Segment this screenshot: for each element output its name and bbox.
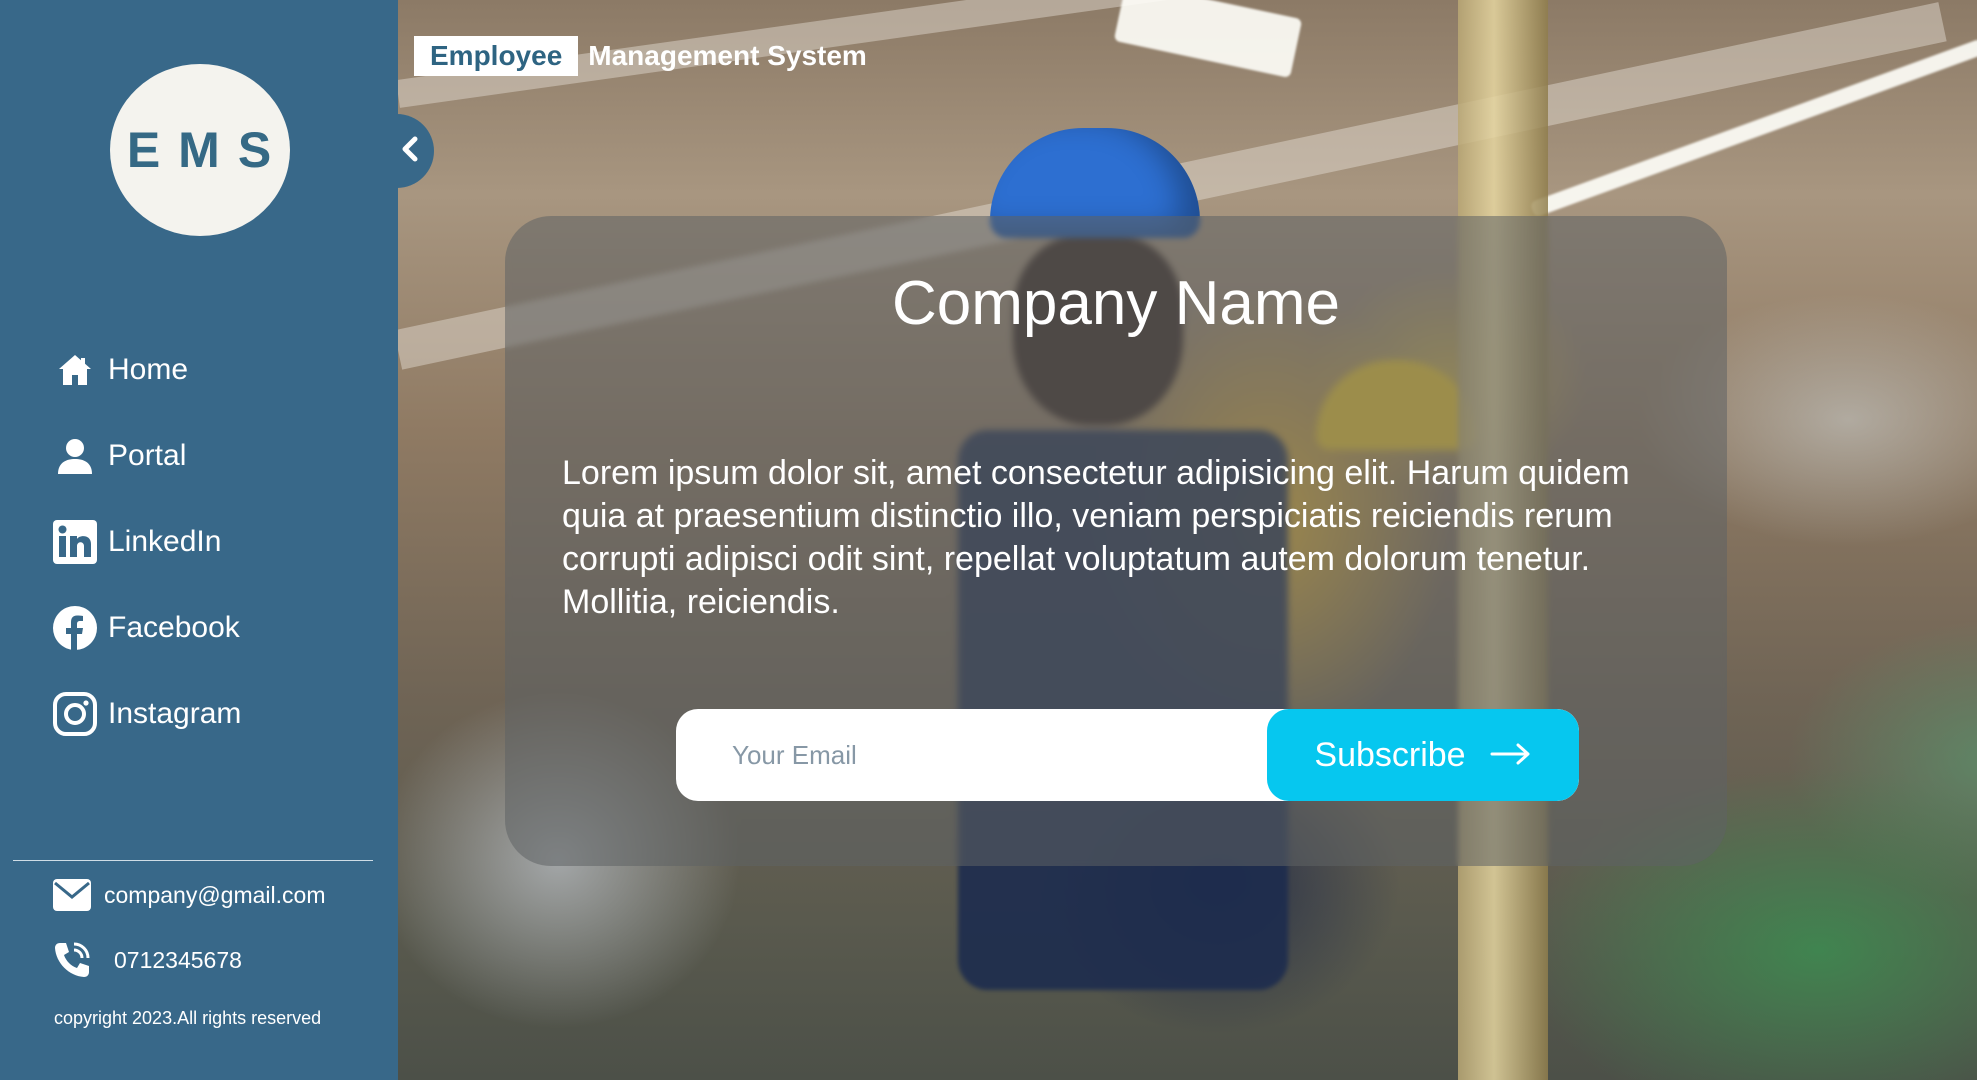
home-icon	[52, 347, 98, 393]
hero-card: Company Name Lorem ipsum dolor sit, amet…	[505, 216, 1727, 866]
arrow-right-icon	[1490, 736, 1532, 775]
sidebar-item-label: Portal	[108, 439, 187, 472]
email-input[interactable]	[676, 709, 1267, 801]
subscribe-form: Subscribe	[676, 709, 1579, 801]
brand-title: Management System	[588, 40, 867, 71]
sidebar-item-home[interactable]: Home	[52, 345, 241, 395]
contact-phone[interactable]: 0712345678	[52, 940, 242, 980]
copyright-text: copyright 2023.All rights reserved	[54, 1008, 322, 1028]
contact-email[interactable]: company@gmail.com	[52, 875, 325, 915]
email-text: company@gmail.com	[104, 881, 326, 908]
sidebar-item-instagram[interactable]: Instagram	[52, 689, 241, 739]
linkedin-icon	[52, 519, 98, 565]
phone-icon	[52, 940, 92, 980]
sidebar-item-label: LinkedIn	[108, 525, 222, 558]
sidebar-item-portal[interactable]: Portal	[52, 431, 241, 481]
sidebar-divider	[13, 860, 373, 861]
sidebar-item-linkedin[interactable]: LinkedIn	[52, 517, 241, 567]
app-brand[interactable]: Employee Management System	[414, 36, 867, 76]
brand-highlight: Employee	[414, 36, 579, 76]
facebook-icon	[52, 605, 98, 651]
user-icon	[52, 433, 98, 479]
envelope-icon	[52, 875, 92, 915]
company-description: Lorem ipsum dolor sit, amet consectetur …	[562, 454, 1630, 621]
chevron-left-icon	[400, 136, 420, 167]
subscribe-button[interactable]: Subscribe	[1267, 709, 1579, 801]
sidebar: EMS Home Portal LinkedIn Facebook Instag…	[0, 0, 398, 1080]
logo-text: EMS	[126, 122, 290, 178]
instagram-icon	[52, 691, 98, 737]
ems-logo[interactable]: EMS	[110, 64, 290, 236]
sidebar-item-label: Instagram	[108, 697, 242, 730]
sidebar-item-label: Home	[108, 353, 189, 386]
sidebar-item-label: Facebook	[108, 611, 240, 644]
company-name-title: Company Name	[892, 269, 1340, 338]
phone-text: 0712345678	[114, 946, 242, 973]
sidebar-nav: Home Portal LinkedIn Facebook Instagram	[52, 345, 241, 775]
sidebar-item-facebook[interactable]: Facebook	[52, 603, 241, 653]
subscribe-label: Subscribe	[1314, 735, 1466, 774]
